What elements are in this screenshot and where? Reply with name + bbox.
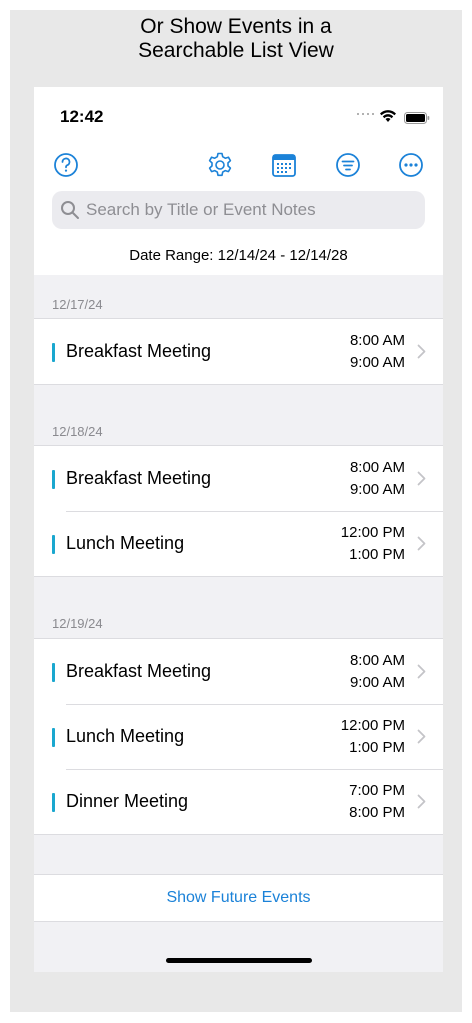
gear-icon[interactable] [206,151,234,179]
chevron-right-icon [417,344,426,359]
event-start: 8:00 AM [349,459,405,476]
top-bar: 12:42 Search by Title or Event Notes Dat… [34,87,443,275]
phone-screen: 12:42 Search by Title or Event Notes Dat… [34,87,443,972]
event-color-bar [52,793,55,812]
event-row[interactable]: Breakfast Meeting 8:00 AM 9:00 AM [34,639,443,704]
event-row[interactable]: Lunch Meeting 12:00 PM 1:00 PM [34,704,443,769]
event-end: 9:00 AM [349,674,405,691]
event-title: Breakfast Meeting [66,661,212,681]
event-color-bar [52,470,55,489]
event-start: 8:00 AM [349,332,405,349]
event-row[interactable]: Dinner Meeting 7:00 PM 8:00 PM [34,769,443,834]
search-input[interactable] [86,191,416,229]
filter-icon[interactable] [334,151,362,179]
event-group: Breakfast Meeting 8:00 AM 9:00 AM Lunch … [34,445,443,577]
event-group: Breakfast Meeting 8:00 AM 9:00 AM [34,318,443,385]
event-row[interactable]: Lunch Meeting 12:00 PM 1:00 PM [34,511,443,576]
event-title: Lunch Meeting [66,533,185,553]
event-title: Lunch Meeting [66,726,185,746]
caption: Or Show Events in a Searchable List View [10,15,462,63]
more-icon[interactable] [397,151,425,179]
event-times: 12:00 PM 1:00 PM [341,715,405,759]
signal-icon [357,111,377,117]
calendar-icon[interactable] [270,151,298,179]
battery-icon [404,112,430,124]
event-times: 8:00 AM 9:00 AM [350,650,405,694]
chevron-right-icon [417,664,426,679]
event-color-bar [52,663,55,682]
event-title: Dinner Meeting [66,791,189,811]
chevron-right-icon [417,471,426,486]
event-color-bar [52,535,55,554]
event-start: 12:00 PM [340,717,405,734]
section-date: 12/19/24 [52,616,103,631]
show-future-events-button[interactable]: Show Future Events [34,874,443,922]
event-row[interactable]: Breakfast Meeting 8:00 AM 9:00 AM [34,319,443,384]
caption-line-1: Or Show Events in a [140,15,332,38]
status-time: 12:42 [60,107,104,126]
event-color-bar [52,728,55,747]
chevron-right-icon [417,536,426,551]
section-date: 12/17/24 [52,297,103,312]
section-date: 12/18/24 [52,424,103,439]
search-icon [61,201,79,219]
event-times: 8:00 AM 9:00 AM [350,457,405,501]
event-color-bar [52,343,55,362]
event-times: 8:00 AM 9:00 AM [350,330,405,374]
date-range-label: Date Range: 12/14/24 - 12/14/28 [129,247,348,264]
event-start: 12:00 PM [340,524,405,541]
chevron-right-icon [417,729,426,744]
wifi-icon [380,110,396,122]
event-end: 9:00 AM [349,481,405,498]
caption-line-2: Searchable List View [138,39,334,62]
event-end: 1:00 PM [349,739,405,756]
event-group: Breakfast Meeting 8:00 AM 9:00 AM Lunch … [34,638,443,835]
event-title: Breakfast Meeting [66,468,212,488]
event-times: 7:00 PM 8:00 PM [349,780,405,824]
event-times: 12:00 PM 1:00 PM [341,522,405,566]
chevron-right-icon [417,794,426,809]
home-indicator[interactable] [166,958,312,963]
event-start: 8:00 AM [349,652,405,669]
help-icon[interactable] [52,151,80,179]
event-end: 1:00 PM [349,546,405,563]
event-end: 9:00 AM [349,354,405,371]
event-title: Breakfast Meeting [66,341,212,361]
search-bar[interactable] [52,191,425,229]
event-row[interactable]: Breakfast Meeting 8:00 AM 9:00 AM [34,446,443,511]
event-end: 8:00 PM [349,804,405,821]
event-start: 7:00 PM [349,782,405,799]
